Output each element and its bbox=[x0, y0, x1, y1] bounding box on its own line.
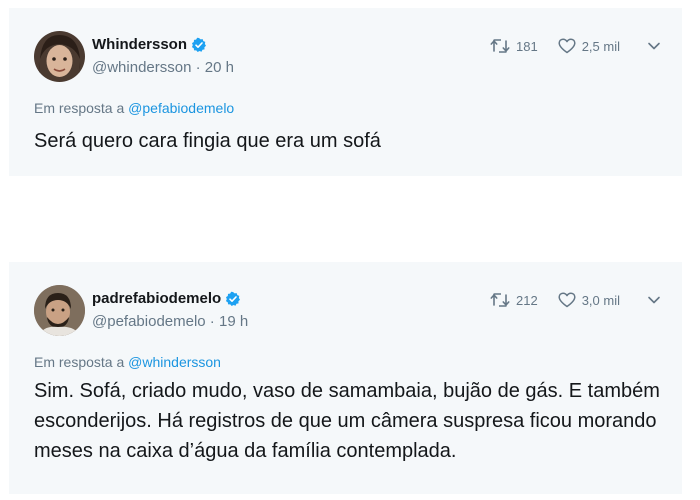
tweet-timestamp[interactable]: 19 h bbox=[219, 313, 248, 330]
like-button[interactable]: 3,0 mil bbox=[558, 292, 620, 308]
reply-context: Em resposta a @whindersson bbox=[34, 354, 221, 370]
user-avatar[interactable] bbox=[34, 31, 85, 82]
heart-icon bbox=[558, 292, 576, 308]
retweet-icon bbox=[490, 38, 510, 54]
more-options-button[interactable] bbox=[646, 295, 662, 305]
author-name-row: Whindersson bbox=[92, 36, 207, 53]
user-avatar[interactable] bbox=[34, 285, 85, 336]
reply-mention-link[interactable]: @pefabiodemelo bbox=[128, 100, 234, 116]
handle-separator: · bbox=[191, 59, 205, 76]
author-handle-row: @whindersson · 20 h bbox=[92, 59, 234, 76]
author-display-name[interactable]: padrefabiodemelo bbox=[92, 290, 221, 307]
author-handle-row: @pefabiodemelo · 19 h bbox=[92, 313, 248, 330]
like-count: 3,0 mil bbox=[581, 292, 620, 308]
retweet-button[interactable]: 212 bbox=[490, 292, 538, 308]
more-options-button[interactable] bbox=[646, 41, 662, 51]
verified-badge-icon bbox=[225, 291, 241, 307]
retweet-count: 212 bbox=[516, 292, 538, 308]
author-name-row: padrefabiodemelo bbox=[92, 290, 241, 307]
verified-badge-icon bbox=[191, 37, 207, 53]
author-handle[interactable]: @whindersson bbox=[92, 59, 191, 76]
heart-icon bbox=[558, 38, 576, 54]
tweet-actions: 212 3,0 mil bbox=[490, 292, 662, 308]
retweet-icon bbox=[490, 292, 510, 308]
reply-mention-link[interactable]: @whindersson bbox=[128, 354, 221, 370]
reply-prefix: Em resposta a bbox=[34, 100, 129, 116]
retweet-count: 181 bbox=[516, 38, 538, 54]
like-button[interactable]: 2,5 mil bbox=[558, 38, 620, 54]
author-handle[interactable]: @pefabiodemelo bbox=[92, 313, 206, 330]
tweet-actions: 181 2,5 mil bbox=[490, 38, 662, 54]
tweet-card[interactable]: Whindersson @whindersson · 20 h 181 2,5 … bbox=[9, 8, 682, 176]
chevron-down-icon bbox=[647, 295, 661, 305]
reply-context: Em resposta a @pefabiodemelo bbox=[34, 100, 234, 116]
retweet-button[interactable]: 181 bbox=[490, 38, 538, 54]
tweet-timestamp[interactable]: 20 h bbox=[205, 59, 234, 76]
tweet-card[interactable]: padrefabiodemelo @pefabiodemelo · 19 h 2… bbox=[9, 262, 682, 494]
reply-prefix: Em resposta a bbox=[34, 354, 129, 370]
like-count: 2,5 mil bbox=[581, 38, 620, 54]
chevron-down-icon bbox=[647, 41, 661, 51]
handle-separator: · bbox=[205, 313, 219, 330]
author-display-name[interactable]: Whindersson bbox=[92, 36, 187, 53]
tweet-text: Será quero cara fingia que era um sofá bbox=[34, 130, 381, 152]
tweet-text: Sim. Sofá, criado mudo, vaso de samambai… bbox=[34, 380, 660, 462]
